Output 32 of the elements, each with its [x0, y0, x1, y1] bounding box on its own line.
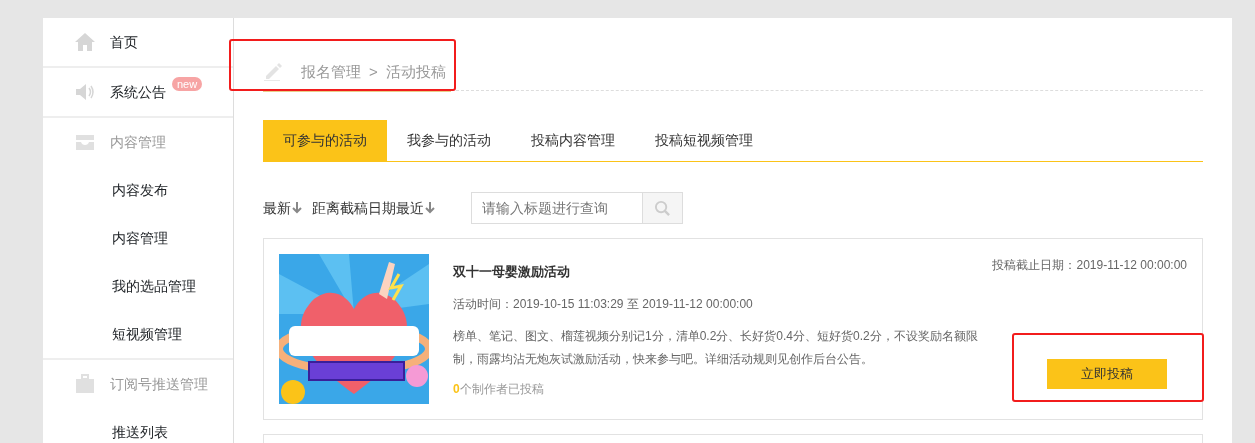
breadcrumb-current: 活动投稿: [385, 61, 446, 82]
house-icon: [74, 32, 96, 52]
sidebar-link[interactable]: 内容管理: [112, 227, 168, 249]
sidebar-link[interactable]: 首页: [110, 31, 138, 53]
down-arrow-icon: [292, 202, 302, 214]
submission-count: 0个制作者已投稿: [453, 381, 545, 398]
speaker-icon: [74, 82, 96, 102]
briefcase-icon: [74, 374, 96, 394]
search-button[interactable]: [643, 192, 683, 224]
tab[interactable]: 可参与的活动: [263, 120, 387, 161]
deadline-text: 投稿截止日期：2019-11-12 00:00:00: [992, 257, 1187, 274]
pencil-icon: [263, 62, 283, 82]
tab[interactable]: 投稿短视频管理: [635, 120, 773, 161]
activity-period: 活动时间：2019-10-15 11:03:29 至 2019-11-12 00:00:00: [453, 295, 754, 313]
tab[interactable]: 我参与的活动: [387, 120, 511, 161]
new-badge: new: [172, 77, 203, 91]
sidebar-link[interactable]: 我的选品管理: [112, 275, 196, 297]
down-arrow-icon: [425, 202, 435, 214]
sidebar-link[interactable]: 推送列表: [112, 421, 168, 443]
tab[interactable]: 投稿内容管理: [511, 120, 635, 161]
tray-icon: [74, 132, 96, 152]
sort-button[interactable]: 最新: [263, 197, 302, 219]
activity-title: 双十一母婴激励活动: [453, 263, 571, 281]
sidebar-link[interactable]: 短视频管理: [112, 323, 182, 345]
sort-button[interactable]: 距离截稿日期最近: [312, 197, 435, 219]
sidebar-link[interactable]: 内容发布: [112, 179, 168, 201]
sidebar-link[interactable]: 系统公告: [110, 81, 166, 103]
search-field[interactable]: 请输入标题进行查询: [471, 192, 643, 224]
activity-description: 榜单、笔记、图文、榴莲视频分别记1分，清单0.2分、长好货0.4分、短好货0.2分，不设奖励名额限制，雨露均沾无炮灰试激励活动，快来参与吧。详细活动规则见创作后台公告。: [453, 327, 979, 368]
submit-button[interactable]: 立即投稿: [1047, 359, 1167, 389]
search-icon: [654, 199, 671, 217]
breadcrumb-separator: >: [369, 61, 378, 82]
